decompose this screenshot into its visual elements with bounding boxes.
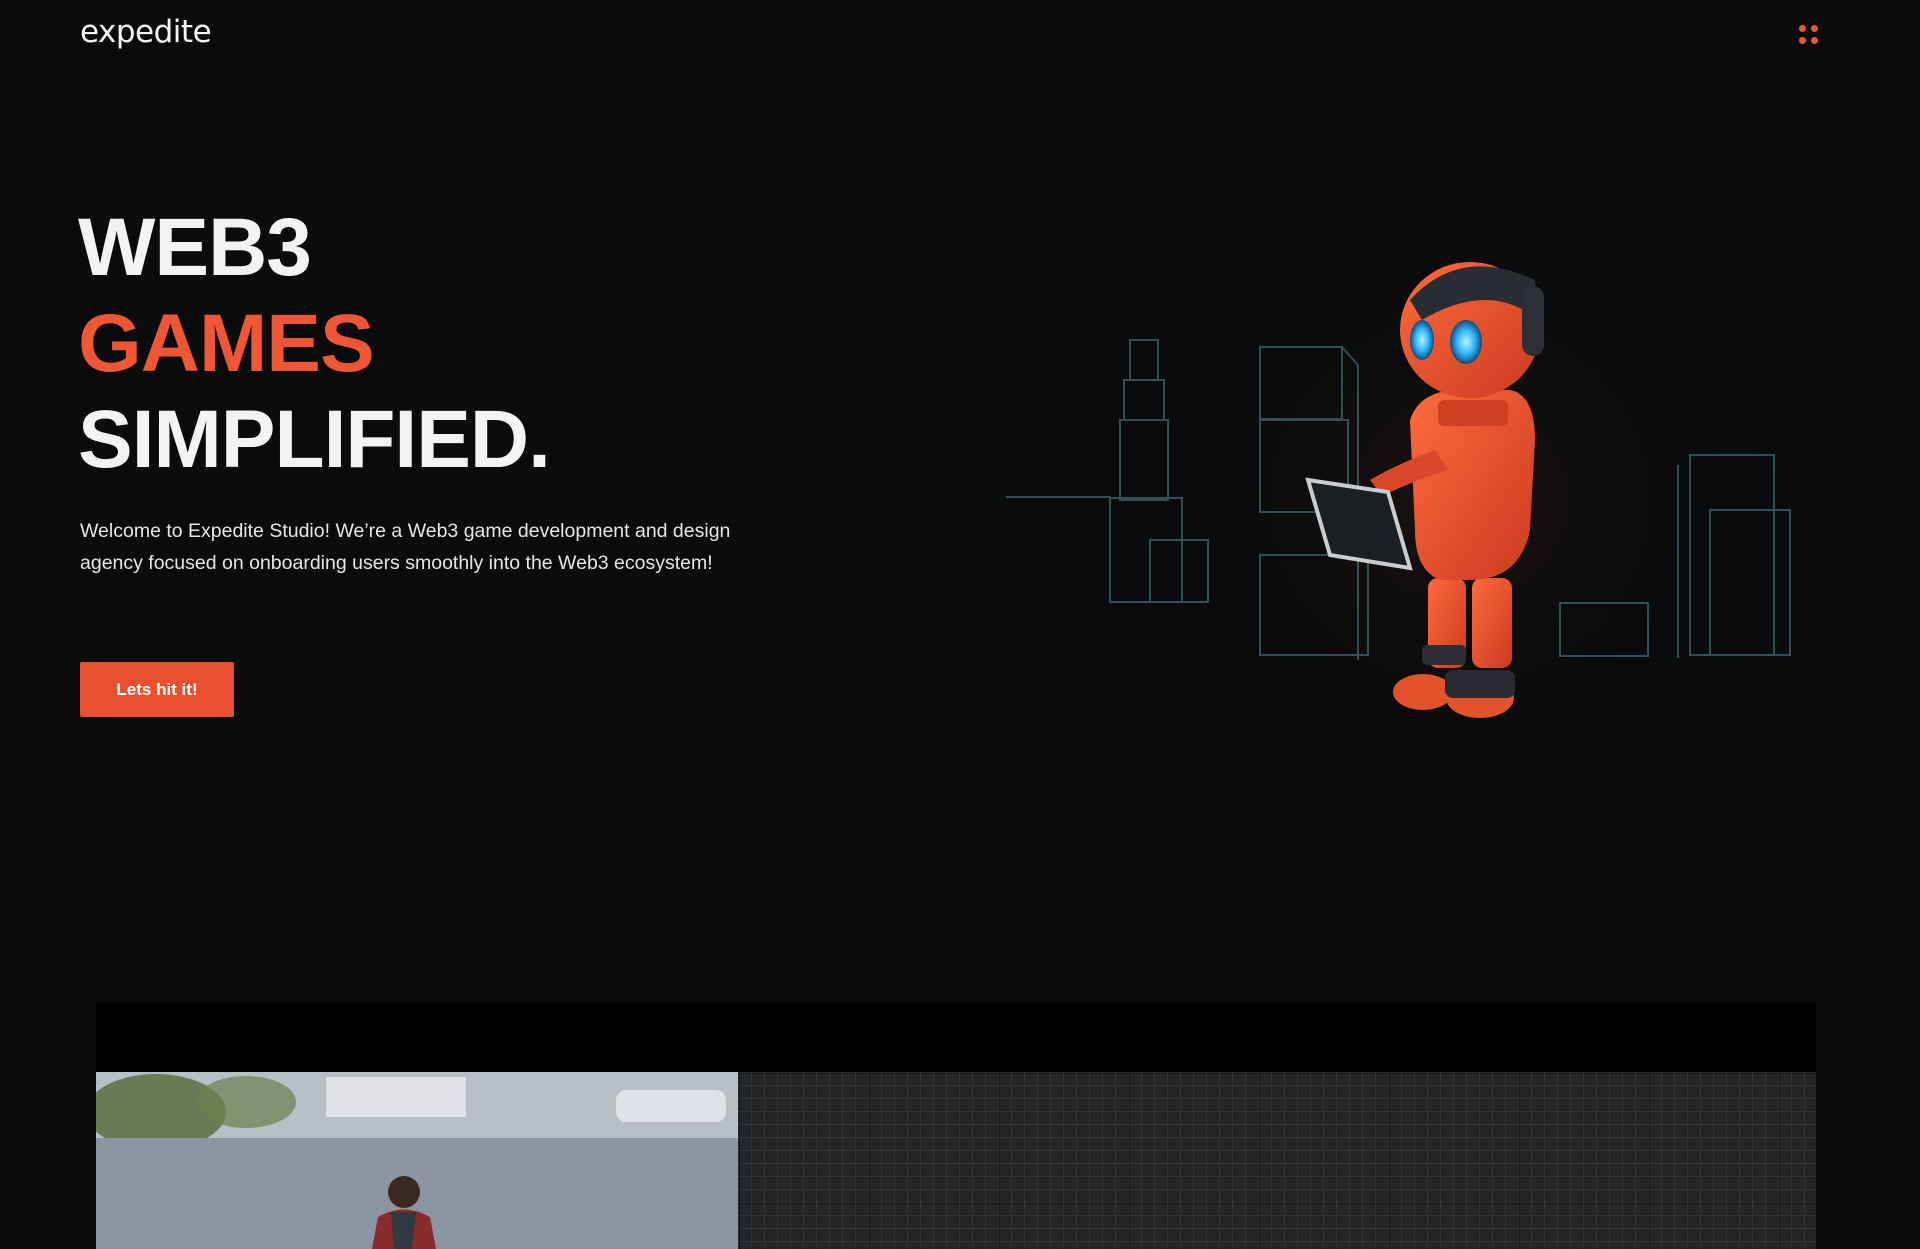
robot-with-tablet-illustration [1006, 250, 1791, 750]
hero-intro: Welcome to Expedite Studio! We’re a Web3… [80, 515, 760, 579]
lets-hit-it-button[interactable]: Lets hit it! [80, 662, 234, 717]
menu-button[interactable] [1797, 23, 1821, 47]
headline-simplified: SIMPLIFIED. [78, 394, 551, 485]
grid-canvas-preview[interactable] [738, 1072, 1816, 1249]
headline-games: GAMES [78, 298, 375, 389]
showcase-header-bar [96, 1003, 1816, 1072]
hero-headline: WEB3 GAMES SIMPLIFIED. [78, 200, 551, 488]
page: expedite WEB3 GAMES SIMPLIFIED. Welcome … [0, 0, 1920, 1249]
expedite-logo[interactable]: expedite [80, 14, 212, 50]
intro-line-2: agency focused on onboarding users smoot… [80, 552, 713, 574]
showcase-section [96, 1003, 1816, 1249]
intro-line-1: Welcome to Expedite Studio! We’re a Web3… [80, 520, 731, 542]
character-on-street-photo[interactable] [96, 1072, 738, 1249]
headline-web3: WEB3 [78, 202, 312, 293]
